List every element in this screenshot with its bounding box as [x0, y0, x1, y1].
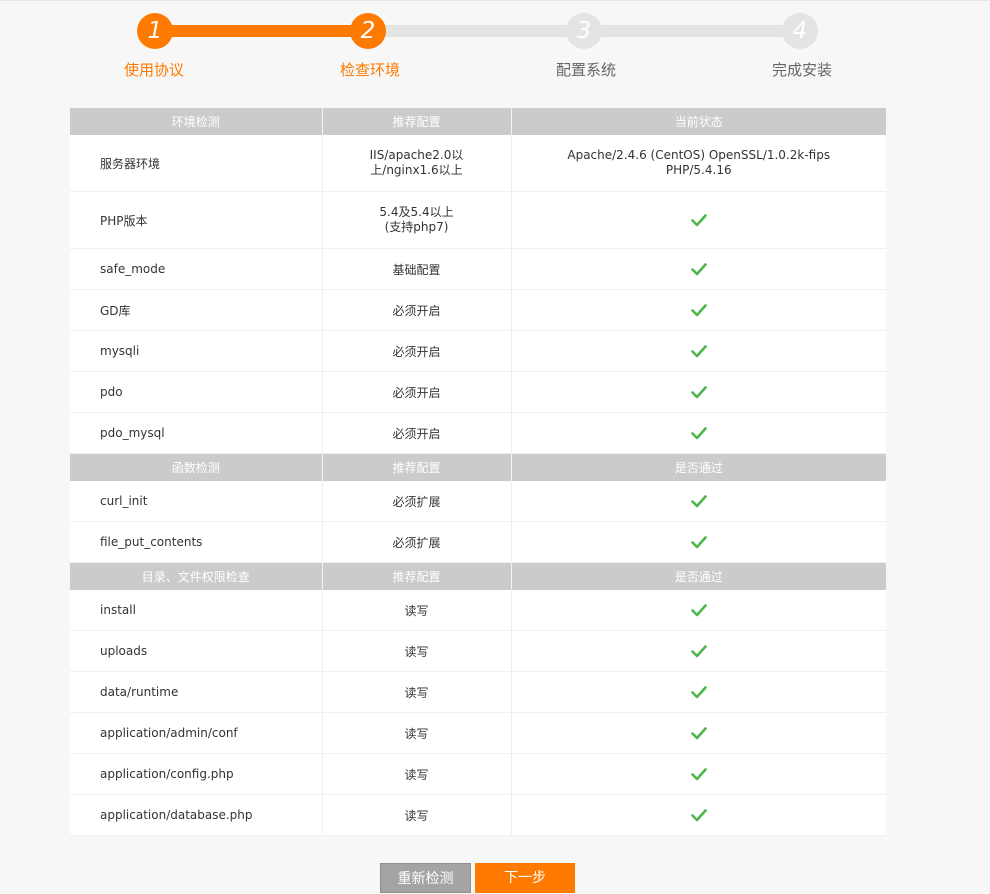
check-icon [690, 427, 707, 440]
row-name: pdo [70, 371, 323, 413]
func-section-header: 函数检测 推荐配置 是否通过 [70, 453, 886, 481]
table-row: uploads 读写 [70, 630, 886, 672]
step-4-circle: 4 [782, 13, 818, 49]
row-name: data/runtime [70, 671, 323, 713]
table-header-row: 函数检测 推荐配置 是否通过 [70, 453, 886, 481]
header-recommended: 推荐配置 [322, 562, 512, 590]
check-icon [690, 386, 707, 399]
row-recommended: 必须扩展 [322, 481, 512, 522]
dir-section-header: 目录、文件权限检查 推荐配置 是否通过 [70, 562, 886, 590]
table-row: application/config.php 读写 [70, 753, 886, 795]
row-name: pdo_mysql [70, 412, 323, 454]
row-recommended: 必须开启 [322, 330, 512, 372]
row-name: application/admin/conf [70, 712, 323, 754]
header-dir-check: 目录、文件权限检查 [70, 562, 323, 590]
table-row: application/database.php 读写 [70, 794, 886, 836]
row-name: file_put_contents [70, 521, 323, 563]
table-row: application/admin/conf 读写 [70, 712, 886, 754]
next-step-button[interactable]: 下一步 [475, 863, 575, 893]
row-recommended: 必须扩展 [322, 521, 512, 563]
row-status-text: Apache/2.4.6 (CentOS) OpenSSL/1.0.2k-fip… [567, 148, 831, 177]
row-recommended: 读写 [322, 671, 512, 713]
row-recommended: 必须开启 [322, 412, 512, 454]
row-name: mysqli [70, 330, 323, 372]
install-progress-steps: 1 2 3 4 使用协议 检查环境 配置系统 完成安装 [0, 1, 990, 101]
step-2-label: 检查环境 [339, 61, 400, 79]
recheck-button[interactable]: 重新检测 [380, 863, 471, 893]
table-row: pdo_mysql 必须开启 [70, 412, 886, 454]
header-func-check: 函数检测 [70, 453, 323, 481]
row-recommended: 5.4及5.4以上 (支持php7) [379, 205, 454, 234]
env-section-header: 环境检测 推荐配置 当前状态 [70, 108, 886, 135]
table-row: file_put_contents 必须扩展 [70, 521, 886, 563]
table-row: install 读写 [70, 590, 886, 631]
row-recommended: IIS/apache2.0以 上/nginx1.6以上 [369, 148, 464, 177]
check-icon [690, 809, 707, 822]
header-env-check: 环境检测 [70, 108, 323, 135]
row-recommended: 读写 [322, 753, 512, 795]
dir-section-rows: install 读写 uploads 读写 data/runtime 读写 ap… [70, 590, 886, 836]
func-section-rows: curl_init 必须扩展 file_put_contents 必须扩展 [70, 481, 886, 563]
row-recommended: 必须开启 [322, 289, 512, 331]
step-3-circle: 3 [566, 13, 602, 49]
table-row: mysqli 必须开启 [70, 330, 886, 372]
check-icon [690, 604, 707, 617]
row-recommended: 必须开启 [322, 371, 512, 413]
row-name: uploads [70, 630, 323, 672]
progress-line-3-4 [584, 25, 800, 37]
row-recommended: 读写 [322, 794, 512, 836]
check-icon [690, 727, 707, 740]
table-header-row: 目录、文件权限检查 推荐配置 是否通过 [70, 562, 886, 590]
table-row: curl_init 必须扩展 [70, 481, 886, 522]
check-icon [690, 495, 707, 508]
table-row: pdo 必须开启 [70, 371, 886, 413]
row-recommended: 读写 [322, 630, 512, 672]
step-4-label: 完成安装 [771, 61, 832, 79]
row-recommended: 读写 [322, 590, 512, 631]
header-current-status: 当前状态 [511, 108, 886, 135]
row-name: application/database.php [70, 794, 323, 836]
row-recommended: 读写 [322, 712, 512, 754]
table-row: safe_mode 基础配置 [70, 248, 886, 290]
header-recommended: 推荐配置 [322, 453, 512, 481]
header-passed: 是否通过 [511, 562, 886, 590]
header-recommended: 推荐配置 [322, 108, 512, 135]
table-row: 服务器环境 IIS/apache2.0以 上/nginx1.6以上 Apache… [70, 135, 886, 192]
row-recommended: 基础配置 [322, 248, 512, 290]
check-icon [690, 214, 707, 227]
row-name: application/config.php [70, 753, 323, 795]
check-icon [690, 304, 707, 317]
table-header-row: 环境检测 推荐配置 当前状态 [70, 108, 886, 135]
row-name: curl_init [70, 481, 323, 522]
step-3-label: 配置系统 [555, 61, 616, 79]
check-icon [690, 768, 707, 781]
progress-line-2-3 [368, 25, 584, 37]
check-icon [690, 536, 707, 549]
header-passed: 是否通过 [511, 453, 886, 481]
check-icon [690, 686, 707, 699]
env-section-rows: 服务器环境 IIS/apache2.0以 上/nginx1.6以上 Apache… [70, 135, 886, 454]
table-row: PHP版本 5.4及5.4以上 (支持php7) [70, 191, 886, 249]
row-name: safe_mode [70, 248, 323, 290]
step-2-circle: 2 [350, 13, 386, 49]
step-1-label: 使用协议 [123, 61, 184, 79]
table-row: data/runtime 读写 [70, 671, 886, 713]
environment-check-table: 环境检测 推荐配置 当前状态 服务器环境 IIS/apache2.0以 上/ng… [70, 108, 886, 836]
check-icon [690, 345, 707, 358]
row-name: install [70, 590, 323, 631]
check-icon [690, 645, 707, 658]
progress-line-1-2 [155, 25, 368, 37]
row-name: 服务器环境 [70, 135, 323, 192]
row-name: PHP版本 [70, 191, 323, 249]
table-row: GD库 必须开启 [70, 289, 886, 331]
step-1-circle: 1 [137, 13, 173, 49]
row-name: GD库 [70, 289, 323, 331]
check-icon [690, 263, 707, 276]
